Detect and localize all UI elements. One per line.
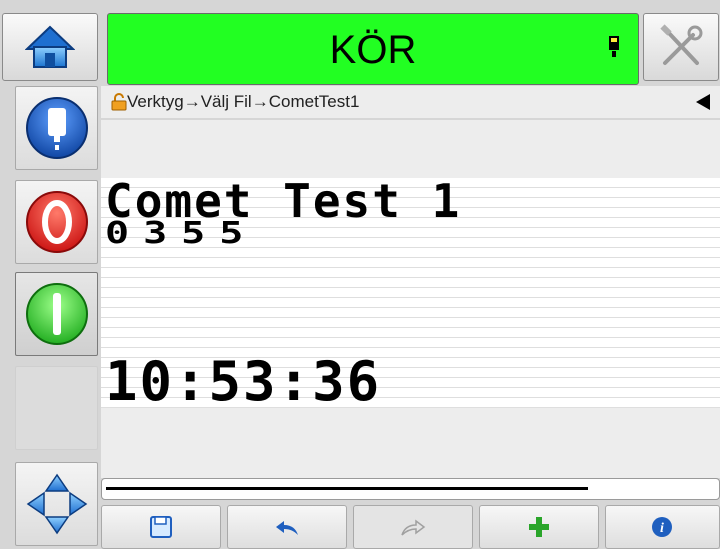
start-button[interactable] — [15, 272, 98, 356]
message-line-2[interactable]: 0355 — [105, 216, 257, 251]
back-triangle-icon[interactable] — [696, 94, 710, 110]
undo-button[interactable] — [226, 505, 347, 549]
ink-supply-button[interactable] — [15, 86, 98, 170]
breadcrumb-separator: → — [251, 92, 269, 111]
plus-icon — [528, 517, 549, 537]
horizontal-scrollbar[interactable] — [101, 478, 720, 500]
status-bar[interactable]: KÖR — [107, 13, 639, 85]
message-line-3[interactable]: 10:53:36 — [105, 350, 381, 413]
info-button[interactable]: i — [604, 505, 720, 549]
breadcrumb-separator: → — [183, 92, 201, 111]
breadcrumb-item-current: CometTest1 — [268, 92, 360, 111]
footer-toolbar: i — [101, 505, 720, 549]
breadcrumb-item-select-file[interactable]: Välj Fil — [201, 92, 252, 112]
redo-arrow-icon — [401, 519, 426, 536]
stop-button[interactable] — [15, 180, 98, 264]
save-button[interactable] — [101, 505, 221, 549]
tools-button[interactable] — [643, 13, 719, 81]
message-editor[interactable]: Comet Test 1 0355 10:53:36 — [101, 120, 720, 478]
breadcrumb: Verktyg → Välj Fil → CometTest1 — [101, 86, 720, 118]
print-area[interactable]: Comet Test 1 0355 10:53:36 — [101, 174, 720, 413]
stop-icon — [25, 191, 88, 253]
undo-arrow-icon — [275, 521, 298, 535]
scrollbar-thumb[interactable] — [106, 487, 588, 490]
breadcrumb-item-tools[interactable]: Verktyg — [127, 92, 184, 112]
status-text: KÖR — [329, 28, 417, 72]
ink-bottle-icon — [25, 97, 88, 159]
tools-icon — [660, 24, 703, 65]
home-button[interactable] — [2, 13, 98, 81]
empty-button[interactable] — [15, 366, 98, 450]
ink-indicator-icon — [609, 36, 619, 57]
svg-text:i: i — [661, 521, 665, 536]
add-button[interactable] — [478, 505, 599, 549]
home-icon — [25, 25, 75, 68]
padlock-icon — [111, 93, 127, 111]
navigation-arrows-icon — [26, 473, 87, 535]
start-icon — [25, 283, 88, 345]
navigate-button[interactable] — [15, 462, 98, 546]
redo-button[interactable] — [352, 505, 473, 549]
info-icon: i — [652, 517, 673, 537]
floppy-disk-icon — [149, 516, 172, 538]
